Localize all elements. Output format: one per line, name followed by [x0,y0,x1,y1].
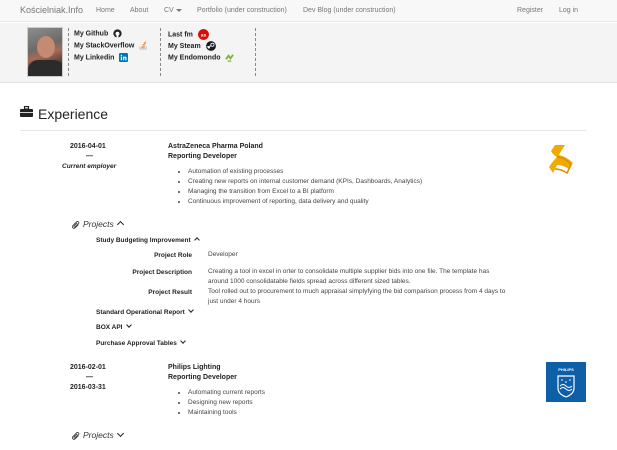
date-separator: — [86,374,93,381]
paperclip-icon [72,431,80,440]
nav-dev-blog[interactable]: Dev Blog (under construction) [303,7,396,14]
paperclip-icon [72,220,80,229]
project-toggle-standard-report[interactable]: Standard Operational Report [96,307,194,316]
philips-logo: PHILIPS [546,362,586,402]
nav-about[interactable]: About [130,7,148,14]
detail-value-description: Creating a tool in excel in orter to con… [208,268,490,285]
endomondo-icon [225,54,235,62]
chevron-down-icon [188,307,194,313]
project-name: Standard Operational Report [96,309,185,316]
project-name: BOX API [96,324,123,331]
endomondo-link[interactable]: My Endomondo [168,53,235,62]
list-item: Automating current reports [188,388,265,398]
project-toggle-study-budgeting[interactable]: Study Budgeting Improvement [96,237,200,244]
company-name: AstraZeneca Pharma Poland [168,143,263,150]
github-link-label: My Github [74,30,109,38]
chevron-down-icon [116,429,124,438]
job-role: Reporting Developer [168,153,237,160]
job-start-date: 2016-04-01 [70,143,106,150]
brand-link[interactable]: Kościelniak.Info [20,5,83,15]
github-link[interactable]: My Github [74,29,122,38]
linkedin-link[interactable]: My Linkedin [74,53,129,62]
philips-shield-icon [557,375,575,398]
job-start-date: 2016-02-01 [70,364,106,371]
project-toggle-box-api[interactable]: BOX API [96,322,132,331]
detail-value-result: Tool rolled out to procurement to much a… [208,288,506,305]
section-title: Experience [38,106,109,122]
lastfm-icon: as [197,29,209,40]
caret-down-icon [175,8,182,12]
chevron-up-icon [193,237,200,243]
detail-value-role: Developer [208,251,238,258]
stackoverflow-link-label: My StackOverflow [74,42,135,50]
lastfm-link-label: Last fm [168,31,193,39]
nav-home[interactable]: Home [96,7,115,14]
nav-cv-label: CV [164,7,174,14]
divider [160,28,161,76]
profile-header: My Github My StackOverflow My Linkedin L… [0,23,617,83]
detail-label-result: Project Result [148,289,192,296]
detail-label-role: Project Role [154,252,192,259]
chevron-up-icon [116,220,124,229]
svg-text:as: as [201,33,207,38]
list-item: Automation of existing processes [188,167,422,177]
endomondo-link-label: My Endomondo [168,54,221,62]
briefcase-icon [20,106,33,117]
nav-login[interactable]: Log in [559,7,578,14]
detail-label-description: Project Description [132,269,192,276]
stackoverflow-link[interactable]: My StackOverflow [74,41,148,50]
duty-list: Automating current reports Designing new… [188,388,265,418]
date-separator: — [86,153,93,160]
projects-toggle[interactable]: Projects [72,219,124,229]
section-divider [20,130,586,131]
astrazeneca-logo [549,145,573,175]
top-navbar: Kościelniak.Info Home About CV Portfolio… [0,0,617,22]
project-name: Purchase Approval Tables [96,340,177,347]
nav-portfolio[interactable]: Portfolio (under construction) [197,7,287,14]
list-item: Continuous improvement of reporting, dat… [188,197,422,207]
list-item: Designing new reports [188,398,265,408]
job-end-date: Current employer [62,163,117,170]
steam-link-label: My Steam [168,42,201,50]
nav-cv-dropdown[interactable]: CV [164,7,182,14]
linkedin-icon [119,53,129,62]
stackoverflow-icon [139,41,147,50]
job-role: Reporting Developer [168,374,237,381]
projects-label: Projects [83,430,114,440]
nav-register[interactable]: Register [517,7,543,14]
divider [68,28,69,76]
projects-toggle[interactable]: Projects [72,429,124,440]
steam-icon [205,41,216,51]
github-icon [113,29,122,38]
divider [255,28,256,76]
project-toggle-purchase-approval[interactable]: Purchase Approval Tables [96,338,186,347]
job-end-date: 2016-03-31 [70,384,106,391]
chevron-down-icon [125,322,132,328]
project-name: Study Budgeting Improvement [96,237,191,244]
duty-list: Automation of existing processes Creatin… [188,167,422,207]
steam-link[interactable]: My Steam [168,41,216,51]
projects-label: Projects [83,219,114,229]
list-item: Maintaining tools [188,408,265,418]
chevron-down-icon [180,338,186,344]
philips-logo-text: PHILIPS [558,367,574,372]
list-item: Managing the transition from Excel to a … [188,187,422,197]
linkedin-link-label: My Linkedin [74,54,115,62]
profile-photo-face [37,36,55,58]
profile-photo [27,27,63,77]
profile-photo-shirt [28,60,62,76]
list-item: Creating new reports on internal custome… [188,177,422,187]
company-name: Philips Lighting [168,364,221,371]
lastfm-link[interactable]: Last fm as [168,29,209,40]
